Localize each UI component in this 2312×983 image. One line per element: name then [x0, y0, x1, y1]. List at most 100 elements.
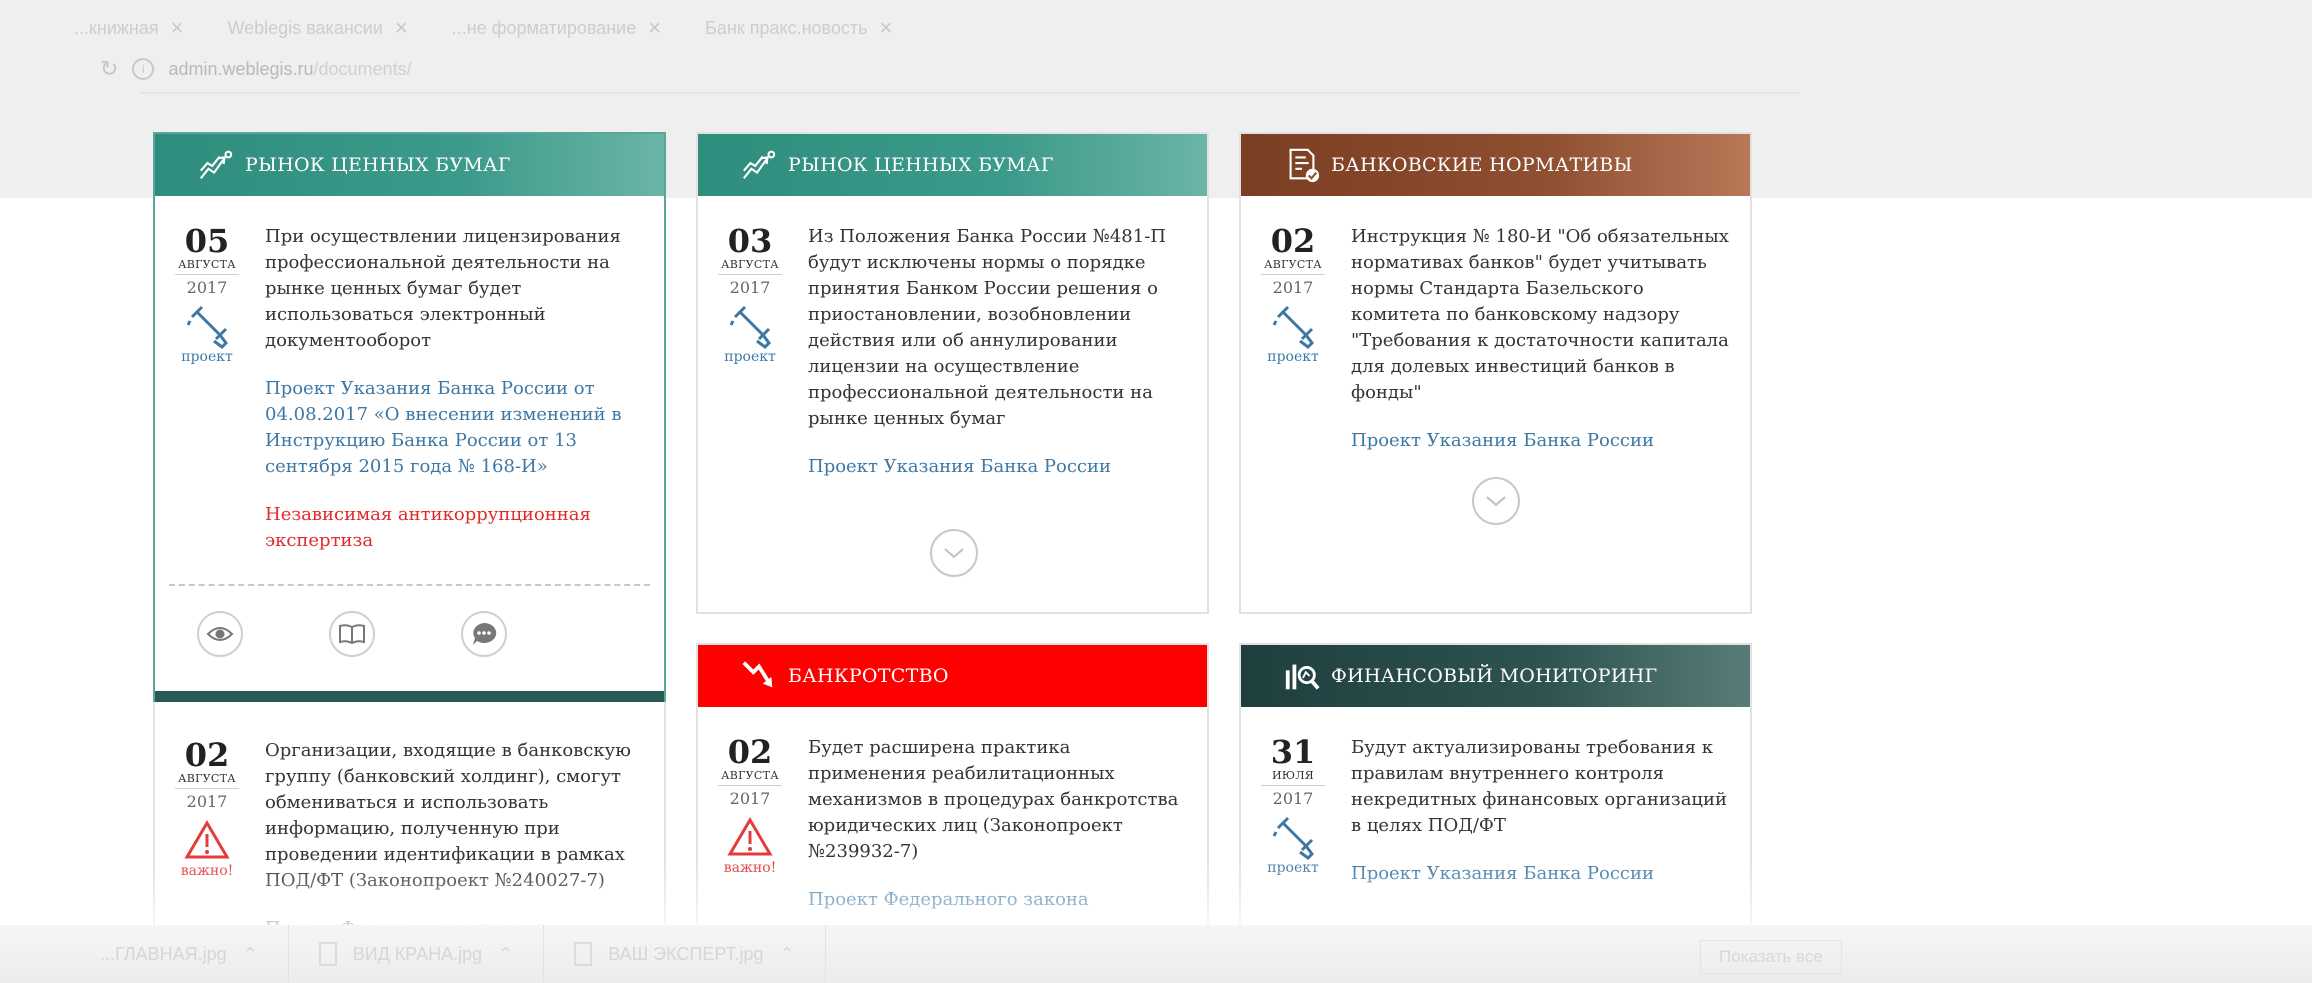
read-button[interactable] — [329, 611, 375, 657]
trend-chart-icon — [199, 150, 233, 179]
card-header[interactable]: БАНКОВСКИЕ НОРМАТИВЫ — [1241, 134, 1750, 196]
close-icon[interactable]: × — [648, 15, 661, 41]
expand-button[interactable] — [1472, 477, 1520, 525]
card-category: ФИНАНСОВЫЙ МОНИТОРИНГ — [1331, 665, 1658, 687]
card-text: Будет расширена практика применения реаб… — [808, 737, 1179, 862]
status-label: проект — [181, 349, 233, 365]
text-column: При осуществлении лицензирования професс… — [265, 224, 646, 554]
file-icon — [318, 942, 337, 966]
pen-icon — [1272, 816, 1314, 860]
date-year: 2017 — [1272, 789, 1314, 808]
news-card[interactable]: 02 АВГУСТА 2017 важно! Организации, вход… — [153, 702, 666, 942]
card-body: 05 АВГУСТА 2017 проект При осуществлении… — [155, 196, 664, 554]
chevron-up-icon[interactable]: ⌃ — [498, 944, 513, 965]
browser-tab[interactable]: ...книжная × — [60, 15, 197, 41]
tab-label: ...не форматирование — [451, 17, 637, 38]
date-year: 2017 — [729, 789, 771, 808]
date-day: 03 — [727, 222, 773, 260]
news-card[interactable]: РЫНОК ЦЕННЫХ БУМАГ 05 АВГУСТА 2017 проек… — [153, 132, 666, 705]
card-text: Из Положения Банка России №481-П будут и… — [808, 226, 1166, 429]
tab-label: Банк пракс.новость — [705, 17, 868, 38]
document-link[interactable]: Проект Указания Банка России от 04.08.20… — [265, 376, 646, 480]
card-text: При осуществлении лицензирования професс… — [265, 226, 621, 351]
card-body: 02 АВГУСТА 2017 важно! Будет расширена п… — [698, 707, 1207, 913]
expertise-link[interactable]: Независимая антикоррупционная экспертиза — [265, 502, 646, 554]
status-label: важно! — [723, 860, 777, 876]
show-all-downloads-button[interactable]: Показать все — [1700, 940, 1842, 974]
document-link[interactable]: Проект Указания Банка России — [808, 454, 1189, 480]
close-icon[interactable]: × — [171, 15, 184, 41]
download-name: ВАШ ЭКСПЕРТ.jpg — [608, 943, 764, 964]
pen-icon — [729, 305, 771, 349]
date-month: АВГУСТА — [718, 769, 782, 786]
browser-tab-strip: ...книжная × Weblegis вакансии × ...не фор… — [60, 8, 906, 48]
card-category: БАНКОВСКИЕ НОРМАТИВЫ — [1331, 154, 1633, 176]
document-link[interactable]: Проект Федерального закона — [808, 887, 1189, 913]
url-host: admin.weblegis.ru — [168, 58, 314, 79]
address-bar[interactable]: ↻ i admin.weblegis.ru/documents/ — [100, 52, 1840, 86]
date-day: 02 — [184, 736, 230, 774]
view-button[interactable] — [197, 611, 243, 657]
comment-button[interactable] — [461, 611, 507, 657]
date-month: АВГУСТА — [1261, 258, 1325, 275]
close-icon[interactable]: × — [395, 15, 408, 41]
status-label: проект — [1267, 860, 1319, 876]
eye-icon — [206, 627, 234, 641]
book-icon — [339, 624, 365, 645]
document-link[interactable]: Проект Указания Банка России — [1351, 428, 1732, 454]
document-link[interactable]: Проект Указания Банка России — [1351, 861, 1732, 887]
downloads-list: ...ГЛАВНАЯ.jpg ⌃ ВИД КРАНА.jpg ⌃ ВАШ ЭКС… — [0, 925, 826, 983]
download-item[interactable]: ВИД КРАНА.jpg ⌃ — [289, 925, 545, 983]
date-block: 05 АВГУСТА 2017 проект — [175, 224, 239, 365]
news-card[interactable]: РЫНОК ЦЕННЫХ БУМАГ 03 АВГУСТА 2017 проек… — [696, 132, 1209, 614]
browser-tab[interactable]: ...не форматирование × — [438, 15, 675, 41]
close-icon[interactable]: × — [880, 15, 893, 41]
info-icon[interactable]: i — [132, 58, 155, 80]
card-category: БАНКРОТСТВО — [788, 665, 949, 687]
news-card[interactable]: БАНКРОТСТВО 02 АВГУСТА 2017 важно! Будет… — [696, 643, 1209, 943]
address-underline — [140, 92, 1800, 94]
card-body: 31 ИЮЛЯ 2017 проект Будут актуализирован… — [1241, 707, 1750, 887]
news-card[interactable]: БАНКОВСКИЕ НОРМАТИВЫ 02 АВГУСТА 2017 про… — [1239, 132, 1752, 614]
date-block: 02 АВГУСТА 2017 проект — [1261, 224, 1325, 365]
card-category: РЫНОК ЦЕННЫХ БУМАГ — [245, 154, 511, 176]
download-item[interactable]: ВАШ ЭКСПЕРТ.jpg ⌃ — [544, 925, 826, 983]
browser-tab[interactable]: Weblegis вакансии × — [213, 15, 421, 41]
date-year: 2017 — [186, 278, 228, 297]
card-header[interactable]: РЫНОК ЦЕННЫХ БУМАГ — [155, 134, 664, 196]
file-icon — [574, 942, 593, 966]
text-column: Инструкция № 180-И "Об обязательных норм… — [1351, 224, 1732, 454]
warning-icon — [727, 817, 773, 856]
card-header[interactable]: РЫНОК ЦЕННЫХ БУМАГ — [698, 134, 1207, 196]
text-column: Будут актуализированы требования к прави… — [1351, 735, 1732, 887]
date-block: 31 ИЮЛЯ 2017 проект — [1261, 735, 1325, 876]
card-text: Инструкция № 180-И "Об обязательных норм… — [1351, 226, 1729, 403]
card-header[interactable]: ФИНАНСОВЫЙ МОНИТОРИНГ — [1241, 645, 1750, 707]
date-day: 05 — [184, 222, 230, 260]
tab-label: ...книжная — [74, 17, 159, 38]
date-day: 02 — [727, 733, 773, 771]
tab-label: Weblegis вакансии — [227, 17, 383, 38]
browser-tab[interactable]: Банк пракс.новость × — [691, 15, 906, 41]
card-header[interactable]: БАНКРОТСТВО — [698, 645, 1207, 707]
chevron-up-icon[interactable]: ⌃ — [780, 944, 795, 965]
date-month: АВГУСТА — [175, 772, 239, 789]
expand-button[interactable] — [930, 529, 978, 577]
reload-icon[interactable]: ↻ — [100, 56, 118, 82]
download-item[interactable]: ...ГЛАВНАЯ.jpg ⌃ — [0, 925, 289, 983]
card-category: РЫНОК ЦЕННЫХ БУМАГ — [788, 154, 1054, 176]
chevron-up-icon[interactable]: ⌃ — [243, 944, 258, 965]
news-card[interactable]: ФИНАНСОВЫЙ МОНИТОРИНГ 31 ИЮЛЯ 2017 проек… — [1239, 643, 1752, 943]
date-block: 03 АВГУСТА 2017 проект — [718, 224, 782, 365]
date-year: 2017 — [729, 278, 771, 297]
date-month: АВГУСТА — [175, 258, 239, 275]
divider — [169, 584, 650, 586]
text-column: Будет расширена практика применения реаб… — [808, 735, 1189, 913]
card-text: Будут актуализированы требования к прави… — [1351, 737, 1728, 836]
download-name: ...ГЛАВНАЯ.jpg — [100, 943, 227, 964]
magnifier-bars-icon — [1285, 664, 1320, 690]
text-column: Организации, входящие в банковскую групп… — [265, 738, 646, 942]
status-label: проект — [1267, 349, 1319, 365]
warning-icon — [184, 820, 230, 859]
chevron-down-icon — [1486, 496, 1506, 507]
